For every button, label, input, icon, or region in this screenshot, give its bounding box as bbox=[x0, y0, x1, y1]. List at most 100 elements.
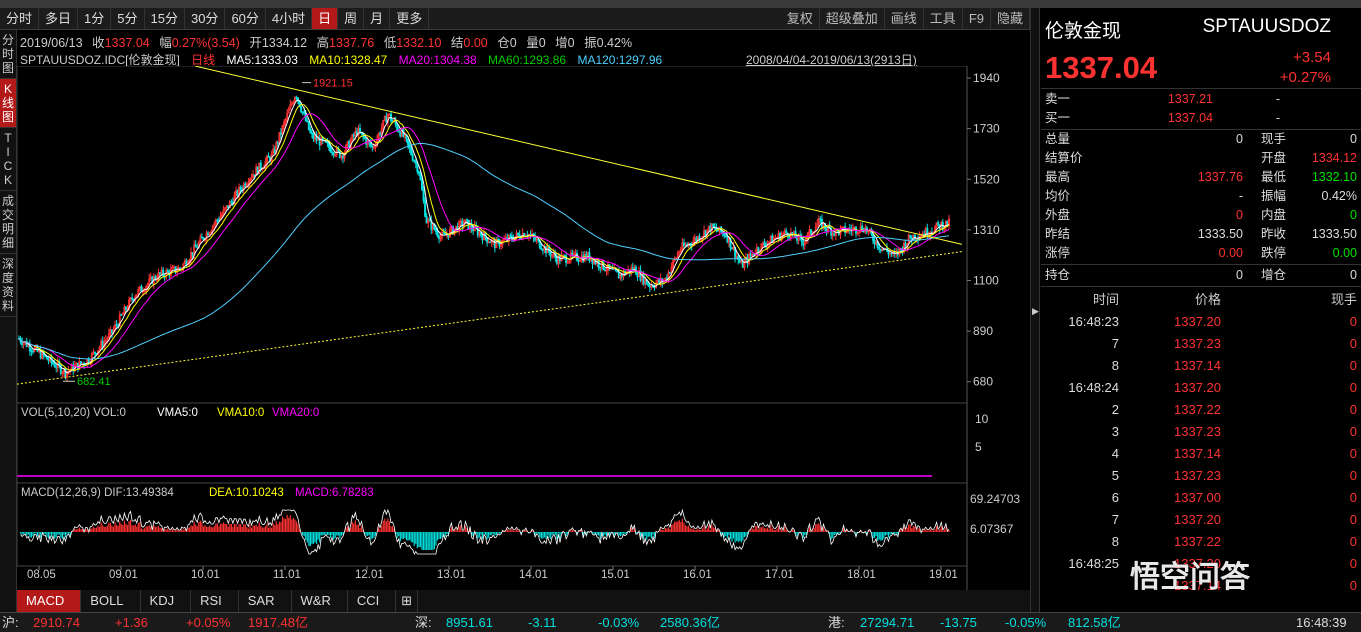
add-indicator-button[interactable]: ⊞ bbox=[396, 590, 419, 612]
stat-label: 涨停 bbox=[1045, 246, 1071, 260]
candle-body bbox=[695, 237, 698, 242]
sh-percent: +0.05% bbox=[186, 615, 231, 630]
tick-time: 7 bbox=[1111, 336, 1119, 351]
period-tab[interactable]: 1分 bbox=[78, 8, 112, 29]
toolbar-action[interactable]: 工具 bbox=[924, 8, 963, 29]
trend-line-upper bbox=[194, 66, 963, 245]
stat-row: 涨停 0.00 跌停 0.00 bbox=[1045, 244, 1357, 263]
indicator-tab[interactable]: W&R bbox=[292, 590, 348, 612]
sidebar-tab[interactable]: T I C K bbox=[0, 128, 16, 191]
high-price-label: 1921.15 bbox=[313, 78, 353, 90]
candle-body bbox=[79, 361, 82, 365]
candle-body bbox=[717, 229, 720, 232]
candle-body bbox=[276, 142, 279, 144]
price-tick-label: 1100 bbox=[973, 273, 999, 287]
toolbar-action[interactable]: F9 bbox=[963, 8, 991, 29]
sidebar-tab[interactable]: 深 度 资 料 bbox=[0, 254, 16, 317]
time-tick-label: 12.01 bbox=[355, 569, 384, 581]
amp-value: 0.42% bbox=[596, 36, 633, 50]
candle-body bbox=[493, 239, 496, 248]
hk-amount: 812.58亿 bbox=[1068, 615, 1121, 630]
tick-price: 1337.22 bbox=[1174, 534, 1221, 549]
indicator-tab[interactable]: SAR bbox=[239, 590, 292, 612]
candle-body bbox=[810, 229, 813, 235]
sidebar-tab[interactable]: K 线 图 bbox=[0, 79, 16, 128]
period-tab[interactable]: 日 bbox=[312, 8, 339, 29]
candle-body bbox=[124, 306, 127, 311]
symbol-label: SPTAUUSDOZ.IDC bbox=[20, 53, 126, 67]
tick-row: 7 1337.23 0 bbox=[1045, 333, 1357, 355]
candle-body bbox=[273, 148, 276, 153]
candle-body bbox=[300, 106, 303, 112]
price-change: +3.54 +0.27% bbox=[1280, 48, 1331, 88]
period-tab[interactable]: 4小时 bbox=[266, 8, 313, 29]
period-tab[interactable]: 30分 bbox=[185, 8, 226, 29]
indicator-tab[interactable]: BOLL bbox=[81, 590, 141, 612]
candle-body bbox=[682, 242, 685, 247]
pos-label: 仓 bbox=[497, 36, 510, 50]
tick-price: 1337.14 bbox=[1174, 358, 1221, 373]
period-tab[interactable]: 5分 bbox=[111, 8, 145, 29]
period-tab[interactable]: 周 bbox=[338, 8, 365, 29]
indicator-tab[interactable]: MACD bbox=[17, 590, 82, 612]
candle-body bbox=[166, 270, 169, 272]
candle-body bbox=[267, 155, 270, 158]
candle-body bbox=[489, 241, 492, 244]
indicator-tab[interactable]: KDJ bbox=[141, 590, 192, 612]
stat-row: 结算价 开盘 1334.12 bbox=[1045, 149, 1357, 168]
panel-splitter[interactable]: ▶ bbox=[1030, 8, 1040, 612]
open-value: 1334.12 bbox=[261, 36, 308, 50]
tick-time: 6 bbox=[1111, 490, 1119, 505]
period-tab[interactable]: 多日 bbox=[39, 8, 79, 29]
toolbar-action[interactable]: 复权 bbox=[781, 8, 820, 29]
buy1-label: 买一 bbox=[1045, 111, 1071, 125]
candle-body bbox=[833, 232, 836, 236]
tick-volume: 0 bbox=[1349, 380, 1357, 395]
candle-body bbox=[279, 132, 282, 135]
toolbar-action[interactable]: 超级叠加 bbox=[820, 8, 885, 29]
plus-icon: ⊞ bbox=[401, 593, 413, 608]
toolbar-action[interactable]: 隐藏 bbox=[991, 8, 1030, 29]
candle-body bbox=[202, 237, 205, 240]
time-tick-label: 19.01 bbox=[929, 569, 958, 581]
settle-label: 结 bbox=[450, 36, 464, 50]
tick-price: 1337.14 bbox=[1174, 446, 1221, 461]
period-tab[interactable]: 15分 bbox=[145, 8, 185, 29]
toolbar-action[interactable]: 画线 bbox=[885, 8, 924, 29]
candle-body bbox=[332, 152, 335, 156]
candle-body bbox=[371, 145, 374, 148]
last-price: 1337.04 bbox=[1045, 50, 1158, 85]
tick-header-time: 时间 bbox=[1092, 292, 1119, 307]
candle-body bbox=[422, 189, 425, 201]
period-tab[interactable]: 分时 bbox=[0, 8, 40, 29]
amp-label: 振 bbox=[584, 36, 597, 50]
sidebar-tab[interactable]: 分 时 图 bbox=[0, 30, 16, 79]
sell1-volume: - bbox=[1275, 92, 1280, 106]
period-tab[interactable]: 更多 bbox=[390, 8, 430, 29]
candle-body bbox=[196, 246, 199, 249]
tick-volume: 0 bbox=[1349, 578, 1357, 593]
hk-index: 27294.71 bbox=[860, 615, 915, 630]
indicator-tab[interactable]: RSI bbox=[191, 590, 239, 612]
sidebar-tab[interactable]: 成 交 明 细 bbox=[0, 191, 16, 254]
candle-body bbox=[712, 223, 715, 228]
candle-body bbox=[926, 228, 929, 237]
ma20-line bbox=[18, 113, 950, 369]
tick-row: 16:48:23 1337.20 0 bbox=[1045, 311, 1357, 333]
candle-body bbox=[424, 200, 427, 217]
indicator-tab[interactable]: CCI bbox=[348, 590, 397, 612]
low-label: 低 bbox=[383, 36, 397, 50]
candle-body bbox=[31, 350, 34, 353]
period-tab[interactable]: 月 bbox=[364, 8, 391, 29]
tick-volume: 0 bbox=[1349, 490, 1357, 505]
period-tab[interactable]: 60分 bbox=[225, 8, 266, 29]
tick-price: 1337.20 bbox=[1174, 314, 1221, 329]
hk-label: 港: bbox=[828, 615, 845, 630]
candle-body bbox=[244, 183, 247, 187]
collapse-arrow-icon[interactable]: ▶ bbox=[1032, 306, 1039, 317]
quote-panel: 伦敦金现 SPTAUUSDOZ 1337.04 +3.54 +0.27% 卖一 … bbox=[1041, 8, 1361, 612]
stat-value: 0 bbox=[1236, 268, 1243, 282]
kline-chart[interactable]: 1940 1730 1520 1310 1100 890 680 1921.15 682.41 V… bbox=[17, 66, 1030, 590]
tick-time: 2 bbox=[1111, 402, 1119, 417]
time-tick-label: 10.01 bbox=[191, 569, 220, 581]
